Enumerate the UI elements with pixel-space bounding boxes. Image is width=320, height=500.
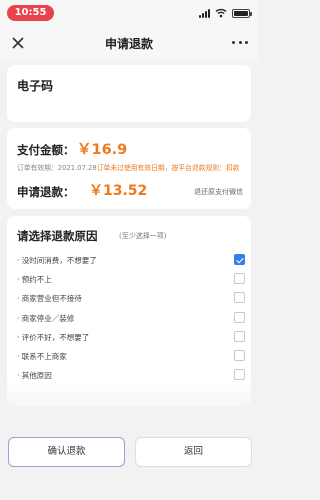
product-name: 电子码: [17, 79, 54, 93]
payment-amount: ￥16.9: [77, 142, 128, 158]
reason-label: · 评价不好，不想要了: [17, 333, 90, 342]
reason-checkbox[interactable]: [234, 350, 245, 361]
reason-item[interactable]: · 商家停业／装修: [17, 310, 245, 328]
status-time: 10:55: [7, 5, 54, 21]
status-icons: [199, 7, 252, 19]
confirm-refund-button[interactable]: 确认退款: [8, 437, 125, 467]
reason-item[interactable]: · 联系不上商家: [17, 348, 245, 366]
refund-amount: ￥13.52: [89, 183, 148, 199]
reason-label: · 商家停业／装修: [17, 314, 75, 323]
reason-checkbox[interactable]: [234, 273, 245, 284]
reason-label: · 没时间消费，不想要了: [17, 256, 97, 265]
reason-item[interactable]: · 预约不上: [17, 271, 245, 289]
reason-checkbox[interactable]: [234, 312, 245, 323]
reason-label: · 商家营业但不接待: [17, 294, 82, 303]
refund-card: 申请退款： ￥13.52 退还原支付微信: [7, 173, 251, 209]
status-bar: 10:55: [0, 0, 258, 26]
back-button[interactable]: 返回: [135, 437, 252, 467]
signal-icon: [199, 8, 210, 18]
reasons-title: 请选择退款原因: [17, 229, 98, 243]
reason-item[interactable]: · 商家营业但不接待: [17, 290, 245, 308]
nav-bar: 申请退款: [0, 26, 258, 60]
reason-checkbox[interactable]: [234, 331, 245, 342]
payment-label: 支付金额：: [17, 143, 75, 157]
validity-text: 订单有效期：2021.07.28: [17, 164, 97, 172]
close-icon[interactable]: [10, 35, 26, 51]
reason-checkbox[interactable]: [234, 369, 245, 380]
reason-label: · 联系不上商家: [17, 352, 67, 361]
reason-item[interactable]: · 没时间消费，不想要了: [17, 252, 245, 270]
reasons-card: 请选择退款原因 (至少选择一项) · 没时间消费，不想要了 · 预约不上 · 商…: [7, 216, 251, 406]
reason-checkbox[interactable]: [234, 254, 245, 265]
reason-checkbox[interactable]: [234, 292, 245, 303]
page-title: 申请退款: [104, 36, 153, 51]
battery-icon: [232, 8, 252, 18]
refund-destination: 退还原支付微信: [194, 188, 243, 196]
reasons-hint: (至少选择一项): [119, 232, 167, 240]
more-icon[interactable]: [232, 36, 248, 48]
wifi-icon: [215, 8, 227, 18]
scroll-fade: [0, 380, 258, 420]
product-card: 电子码: [7, 65, 251, 122]
reason-item[interactable]: · 评价不好，不想要了: [17, 329, 245, 347]
refund-label: 申请退款：: [17, 185, 75, 199]
reason-label: · 预约不上: [17, 275, 52, 284]
